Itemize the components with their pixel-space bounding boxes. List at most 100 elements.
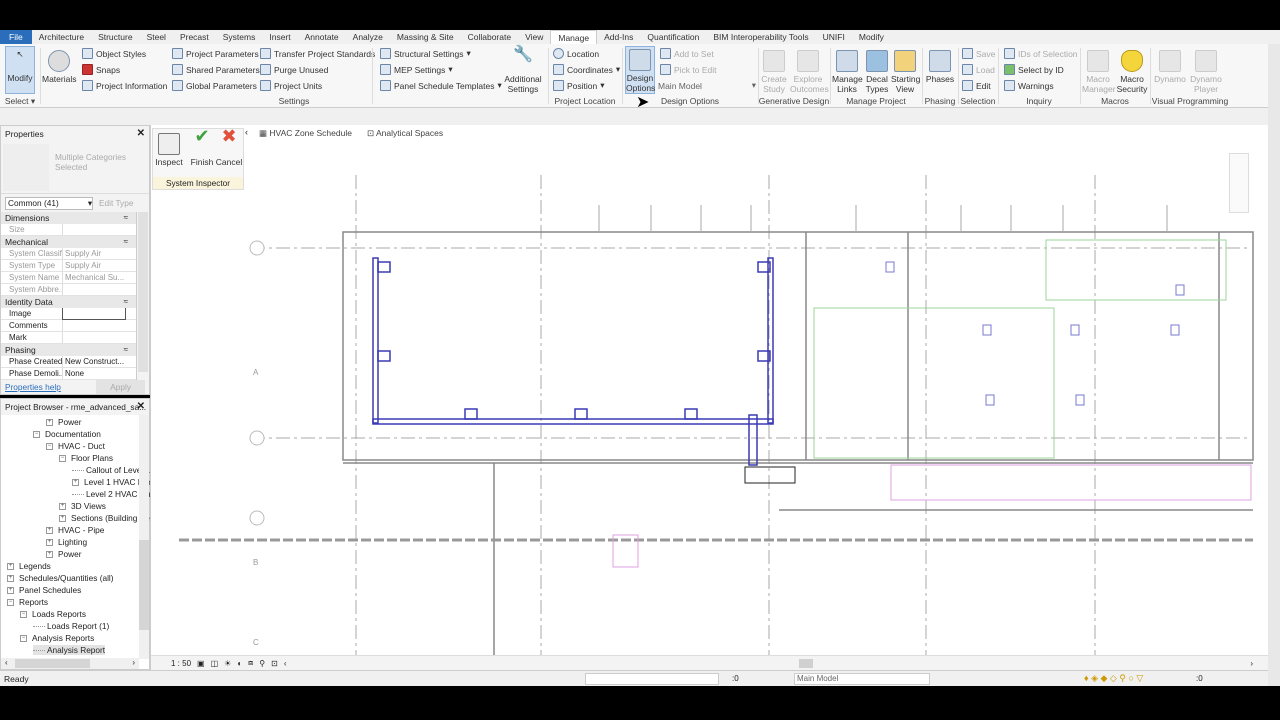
tab-architecture[interactable]: Architecture: [32, 30, 91, 44]
workset-dropdown[interactable]: [585, 673, 719, 685]
reveal-hidden-icon[interactable]: ⊡: [271, 659, 278, 668]
finish-button[interactable]: ✔ Finish: [188, 127, 216, 167]
cancel-button[interactable]: ✖ Cancel: [215, 127, 243, 167]
tab-massing-site[interactable]: Massing & Site: [390, 30, 461, 44]
create-study-button[interactable]: Create Study: [760, 48, 788, 94]
ids-of-selection-button[interactable]: IDs of Selection: [1004, 48, 1078, 59]
property-value[interactable]: Supply Air: [63, 248, 125, 259]
hide-isolate-icon[interactable]: ⚲: [259, 659, 265, 668]
tab-analyze[interactable]: Analyze: [346, 30, 390, 44]
warnings-button[interactable]: Warnings: [1004, 80, 1054, 91]
property-value[interactable]: [63, 284, 125, 295]
crop-view-icon[interactable]: ⧈: [248, 658, 253, 668]
canvas-hscroll-thumb[interactable]: [799, 658, 813, 668]
snaps-button[interactable]: Snaps: [82, 64, 120, 75]
macro-security-button[interactable]: Macro Security: [1116, 48, 1148, 94]
property-value[interactable]: Mechanical Su...: [63, 272, 125, 283]
project-parameters-button[interactable]: Project Parameters: [172, 48, 259, 59]
property-group[interactable]: Dimensions: [1, 212, 136, 224]
expand-icon[interactable]: +: [59, 503, 66, 511]
browser-item[interactable]: + Power: [46, 417, 82, 427]
browser-scrollbar[interactable]: [139, 415, 149, 659]
expand-icon[interactable]: +: [7, 575, 14, 583]
design-option-status-dropdown[interactable]: Main Model: [794, 673, 930, 685]
tab-view[interactable]: View: [518, 30, 550, 44]
macro-manager-button[interactable]: Macro Manager: [1082, 48, 1116, 94]
browser-item[interactable]: − Reports: [7, 597, 48, 607]
tab-bim-interoperability-tools[interactable]: BIM Interoperability Tools: [706, 30, 815, 44]
tab-add-ins[interactable]: Add-Ins: [597, 30, 640, 44]
shared-parameters-button[interactable]: Shared Parameters: [172, 64, 260, 75]
purge-unused-button[interactable]: Purge Unused: [260, 64, 328, 75]
add-to-set-button[interactable]: Add to Set: [660, 48, 714, 59]
expand-icon[interactable]: +: [72, 479, 79, 487]
apply-button[interactable]: Apply: [96, 380, 145, 394]
select-by-id-button[interactable]: Select by ID: [1004, 64, 1064, 75]
close-icon[interactable]: ✕: [137, 128, 145, 139]
position-button[interactable]: Position ▾: [553, 80, 605, 91]
project-units-button[interactable]: Project Units: [260, 80, 322, 91]
collapse-icon[interactable]: −: [20, 611, 27, 619]
collapse-icon[interactable]: −: [59, 455, 66, 463]
collapse-icon[interactable]: −: [20, 635, 27, 643]
property-value[interactable]: Supply Air: [63, 260, 125, 271]
expand-icon[interactable]: +: [46, 539, 53, 547]
transfer-project-standards-button[interactable]: Transfer Project Standards: [260, 48, 375, 59]
expand-icon[interactable]: +: [46, 551, 53, 559]
property-value[interactable]: None: [63, 368, 125, 379]
dynamo-button[interactable]: Dynamo: [1153, 48, 1187, 84]
properties-scrollbar[interactable]: [138, 212, 148, 372]
properties-filter-dropdown[interactable]: Common (41) ▾: [5, 196, 93, 210]
object-styles-button[interactable]: Object Styles: [82, 48, 146, 59]
dynamo-player-button[interactable]: Dynamo Player: [1188, 48, 1224, 94]
design-option-select[interactable]: Main Model ▾: [658, 80, 756, 91]
tab-insert[interactable]: Insert: [262, 30, 297, 44]
window-scrollbar[interactable]: [1268, 44, 1280, 686]
property-group[interactable]: Phasing: [1, 344, 136, 356]
expand-icon[interactable]: +: [46, 419, 53, 427]
pick-to-edit-button[interactable]: Pick to Edit: [660, 64, 717, 75]
tab-precast[interactable]: Precast: [173, 30, 216, 44]
property-value[interactable]: [63, 320, 125, 331]
browser-item[interactable]: Loads Report (1): [33, 621, 109, 631]
explore-outcomes-button[interactable]: Explore Outcomes: [790, 48, 829, 94]
collapse-icon[interactable]: −: [33, 431, 40, 439]
scroll-right-icon[interactable]: ›: [1250, 659, 1253, 668]
mep-settings-button[interactable]: MEP Settings ▾: [380, 64, 453, 75]
property-value[interactable]: New Construct...: [63, 356, 125, 367]
browser-item[interactable]: +3D Views: [59, 501, 106, 511]
tab-systems[interactable]: Systems: [216, 30, 263, 44]
type-selector[interactable]: Multiple Categories Selected: [1, 142, 149, 194]
expand-icon[interactable]: +: [7, 587, 14, 595]
materials-button[interactable]: Materials: [42, 48, 76, 84]
browser-item[interactable]: − Floor Plans: [59, 453, 113, 463]
property-value[interactable]: [63, 224, 125, 235]
close-icon[interactable]: ✕: [137, 401, 145, 412]
expand-icon[interactable]: +: [46, 527, 53, 535]
save-selection-button[interactable]: Save: [962, 48, 995, 59]
browser-item[interactable]: + HVAC - Pipe: [46, 525, 104, 535]
structural-settings-button[interactable]: Structural Settings ▾: [380, 48, 471, 59]
view-scale[interactable]: 1 : 50: [171, 659, 191, 668]
tab-annotate[interactable]: Annotate: [298, 30, 346, 44]
browser-item[interactable]: − HVAC - Duct: [46, 441, 105, 451]
panel-schedule-templates-button[interactable]: Panel Schedule Templates ▾: [380, 80, 502, 91]
collapse-icon[interactable]: −: [46, 443, 53, 451]
select-menu[interactable]: Select ▾: [2, 96, 38, 107]
property-group[interactable]: Mechanical: [1, 236, 136, 248]
location-button[interactable]: Location: [553, 48, 599, 59]
detail-level-icon[interactable]: ▣: [197, 659, 205, 668]
manage-links-button[interactable]: Manage Links: [832, 48, 863, 94]
starting-view-button[interactable]: Starting View: [891, 48, 920, 94]
phases-button[interactable]: Phases: [924, 48, 956, 84]
tab-modify[interactable]: Modify: [852, 30, 891, 44]
expand-icon[interactable]: +: [59, 515, 66, 523]
inspect-button[interactable]: Inspect: [155, 131, 183, 167]
browser-item[interactable]: Analysis Report: [33, 645, 106, 655]
expand-icon[interactable]: +: [7, 563, 14, 571]
visual-style-icon[interactable]: ◫: [211, 659, 219, 668]
tab-collaborate[interactable]: Collaborate: [461, 30, 518, 44]
modify-button[interactable]: ↖ Modify: [5, 46, 35, 94]
design-options-button[interactable]: Design Options: [625, 46, 655, 94]
browser-item[interactable]: − Analysis Reports: [20, 633, 94, 643]
